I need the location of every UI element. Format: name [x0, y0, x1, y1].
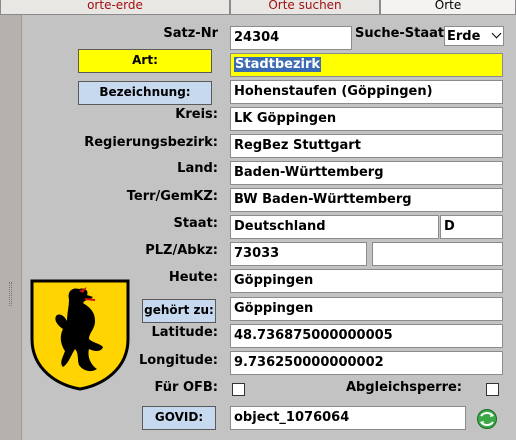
fuer-ofb-checkbox[interactable]: [232, 383, 245, 396]
suche-staat-label: Suche-Staat:: [355, 26, 450, 41]
plz-abkz-label: PLZ/Abkz:: [145, 243, 218, 258]
plz-field[interactable]: 73033: [230, 242, 367, 266]
longitude-field[interactable]: 9.736250000000002: [230, 351, 503, 375]
abgleichsperre-label: Abgleichsperre:: [345, 380, 462, 395]
regierungsbezirk-label: Regierungsbezirk:: [84, 135, 218, 150]
art-field[interactable]: Stadtbezirk: [230, 53, 503, 77]
heute-field[interactable]: Göppingen: [230, 269, 503, 293]
staat-field[interactable]: Deutschland: [230, 215, 439, 239]
kreis-field[interactable]: LK Göppingen: [230, 107, 503, 131]
abkz-field[interactable]: [372, 242, 503, 266]
abgleichsperre-checkbox[interactable]: [486, 383, 499, 396]
fuer-ofb-label: Für OFB:: [154, 380, 218, 395]
tab-orte-erde[interactable]: orte-erde: [0, 0, 230, 15]
left-gutter: [0, 0, 22, 440]
satz-nr-field[interactable]: 24304: [230, 26, 352, 50]
govid-field[interactable]: object_1076064: [230, 406, 466, 430]
bezeichnung-field[interactable]: Hohenstaufen (Göppingen): [230, 80, 503, 104]
art-button[interactable]: Art:: [78, 49, 212, 73]
staat-label: Staat:: [173, 216, 218, 231]
terr-gemkz-label: Terr/GemKZ:: [126, 189, 218, 204]
regierungsbezirk-field[interactable]: RegBez Stuttgart: [230, 134, 503, 158]
resize-grip[interactable]: [9, 282, 12, 306]
kreis-label: Kreis:: [175, 107, 218, 122]
terr-gemkz-field[interactable]: BW Baden-Württemberg: [230, 188, 503, 212]
gehoert-zu-button[interactable]: gehört zu:: [142, 299, 216, 323]
land-field[interactable]: Baden-Württemberg: [230, 161, 503, 185]
staat-code-field[interactable]: D: [440, 215, 503, 239]
chevron-down-icon: [491, 28, 502, 39]
longitude-label: Longitude:: [138, 353, 218, 368]
tab-orte-suchen[interactable]: Orte suchen: [230, 0, 380, 15]
latitude-field[interactable]: 48.736875000000005: [230, 324, 503, 348]
suche-staat-select[interactable]: Erde: [444, 26, 504, 46]
refresh-globe-icon[interactable]: [476, 408, 498, 430]
satz-nr-label: Satz-Nr: [163, 26, 218, 41]
latitude-label: Latitude:: [151, 325, 218, 340]
gehoert-zu-field[interactable]: Göppingen: [230, 297, 503, 321]
govid-button[interactable]: GOVID:: [142, 406, 216, 430]
land-label: Land:: [177, 161, 218, 176]
bezeichnung-button[interactable]: Bezeichnung:: [78, 81, 212, 105]
tab-orte[interactable]: Orte: [380, 0, 516, 15]
